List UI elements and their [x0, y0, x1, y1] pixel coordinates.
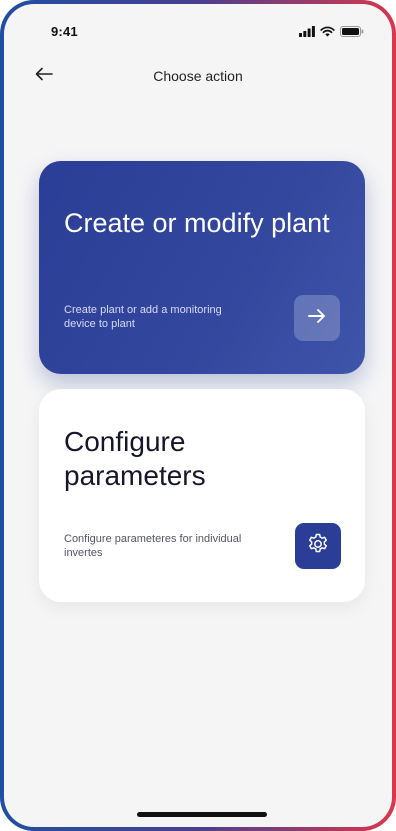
configure-parameters-button[interactable]	[295, 523, 341, 569]
status-bar: 9:41	[4, 4, 392, 54]
signal-icon	[299, 24, 315, 42]
card-title: Create or modify plant	[64, 208, 330, 238]
page-title: Choose action	[153, 68, 243, 84]
home-indicator[interactable]	[137, 812, 267, 817]
card-description: Create plant or add a monitoring device …	[64, 304, 222, 330]
create-plant-button[interactable]	[294, 295, 340, 341]
screen: 9:41 Choose action Create or modify plan…	[4, 4, 392, 827]
device-frame: 9:41 Choose action Create or modify plan…	[0, 0, 396, 831]
battery-icon	[340, 24, 364, 42]
configure-parameters-card[interactable]: Configure parameters Configure parameter…	[39, 389, 365, 602]
arrow-right-icon	[307, 307, 327, 330]
status-time: 9:41	[51, 24, 78, 39]
wifi-icon	[320, 24, 335, 42]
status-icons	[299, 24, 364, 42]
gear-icon	[306, 532, 330, 561]
create-modify-plant-card[interactable]: Create or modify plant Create plant or a…	[39, 161, 365, 374]
card-description: Configure parameteres for individual inv…	[64, 533, 242, 559]
card-title: Configure parameters	[64, 426, 206, 491]
header: Choose action	[4, 62, 392, 92]
